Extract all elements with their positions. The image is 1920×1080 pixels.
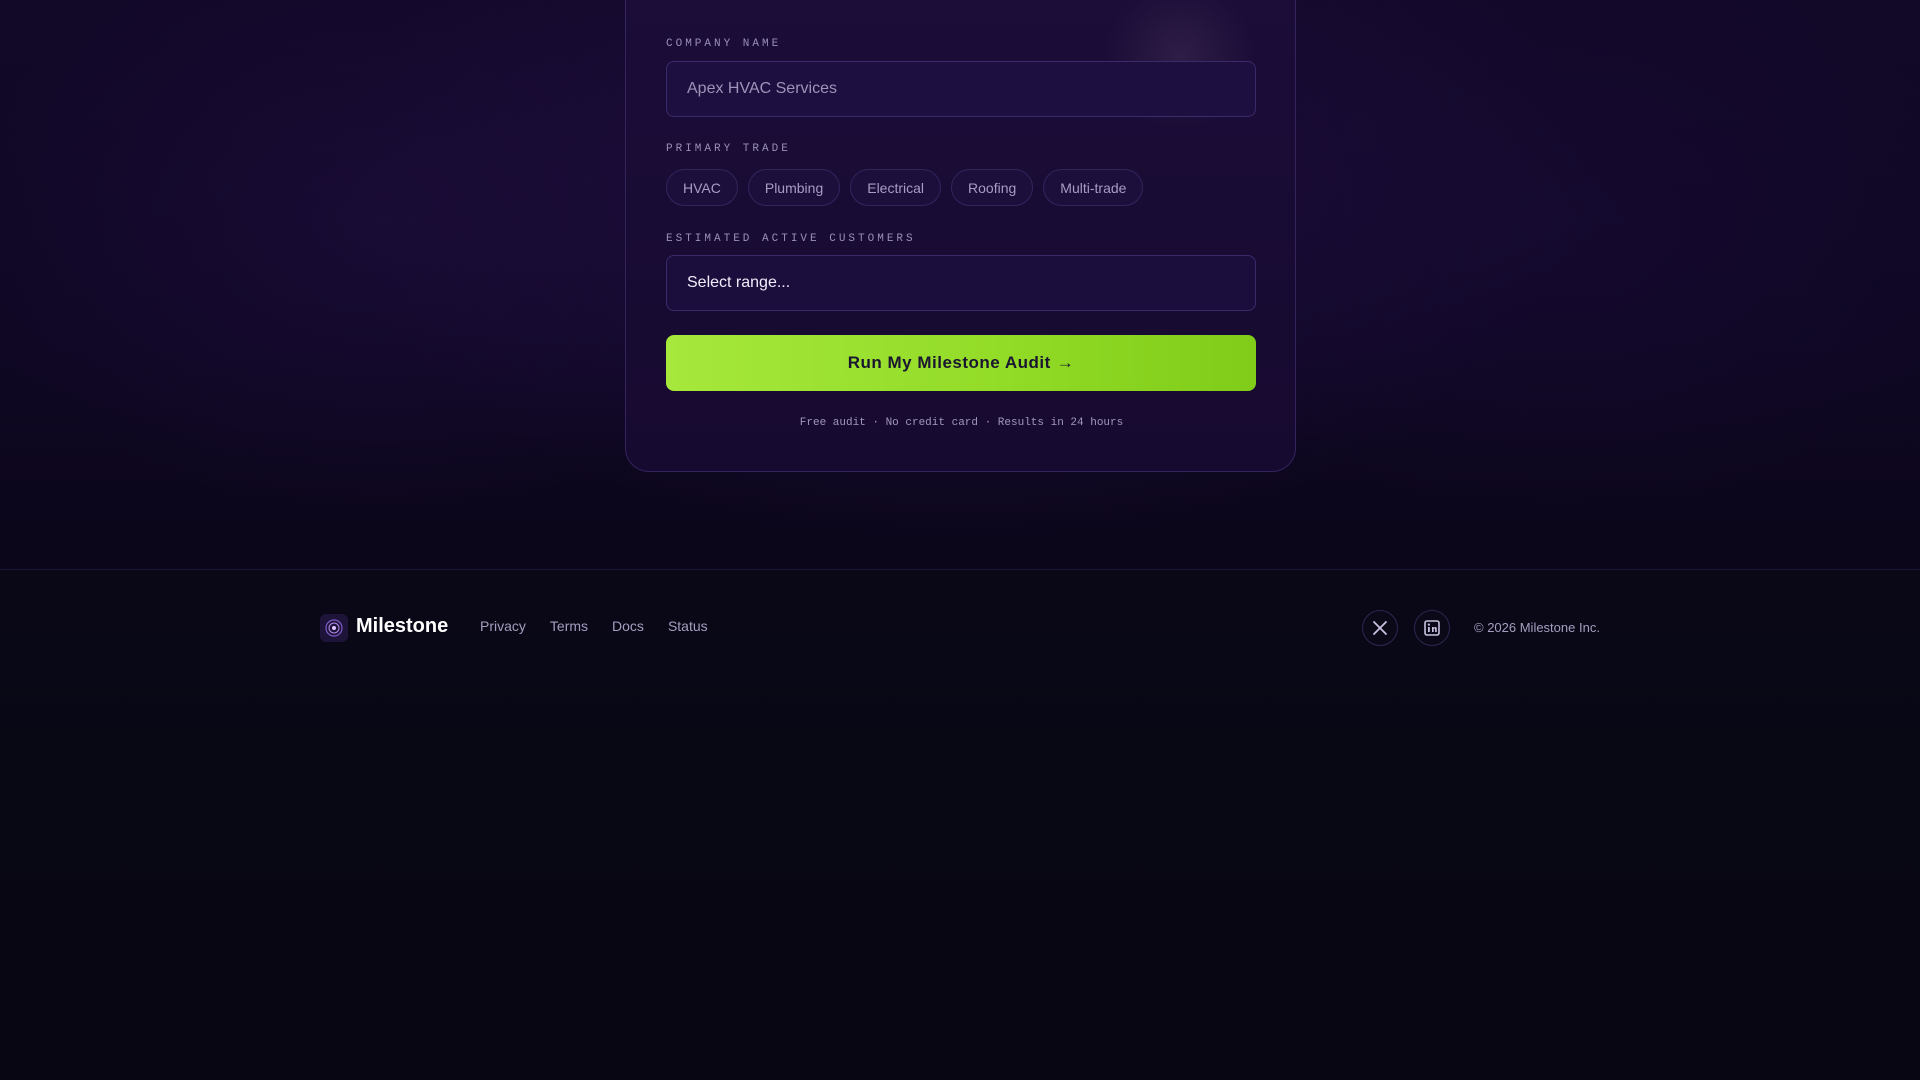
linkedin-social-button[interactable] — [1414, 610, 1450, 646]
trade-chip-plumbing[interactable]: Plumbing — [747, 169, 841, 206]
trade-chip-roofing[interactable]: Roofing — [951, 169, 1034, 206]
footer-link-privacy[interactable]: Privacy — [480, 618, 526, 634]
copyright-text: © 2026 Milestone Inc. — [1474, 620, 1600, 635]
x-social-button[interactable] — [1362, 610, 1398, 646]
active-customers-select[interactable]: Select range... — [666, 255, 1256, 311]
linkedin-icon — [1424, 620, 1440, 636]
arrow-right-icon: → — [1056, 353, 1075, 372]
x-icon — [1373, 621, 1387, 635]
run-audit-button[interactable]: Run My Milestone Audit → — [666, 335, 1256, 391]
trade-chip-hvac[interactable]: HVAC — [666, 169, 738, 206]
brand-name[interactable]: Milestone — [356, 615, 448, 638]
audit-form-card: COMPANY NAME Apex HVAC Services PRIMARY … — [625, 0, 1296, 472]
footer-link-terms[interactable]: Terms — [550, 618, 588, 634]
company-name-input[interactable]: Apex HVAC Services — [666, 61, 1256, 117]
primary-trade-label: PRIMARY TRADE — [666, 143, 791, 155]
company-name-label: COMPANY NAME — [666, 38, 782, 50]
trade-chip-electrical[interactable]: Electrical — [850, 169, 942, 206]
trade-chip-multi-trade[interactable]: Multi-trade — [1043, 169, 1144, 206]
footer-link-status[interactable]: Status — [668, 618, 708, 634]
footer-divider — [0, 569, 1920, 570]
milestone-logo-icon[interactable] — [320, 614, 348, 642]
active-customers-label: ESTIMATED ACTIVE CUSTOMERS — [666, 233, 916, 245]
run-audit-button-label: Run My Milestone Audit — [847, 353, 1051, 372]
form-fine-print: Free audit · No credit card · Results in… — [799, 417, 1124, 429]
footer-background — [0, 570, 1920, 1080]
footer-nav: Privacy Terms Docs Status — [480, 618, 708, 634]
footer-link-docs[interactable]: Docs — [612, 618, 644, 634]
trade-chip-group: HVAC Plumbing Electrical Roofing Multi-t… — [666, 169, 1144, 206]
